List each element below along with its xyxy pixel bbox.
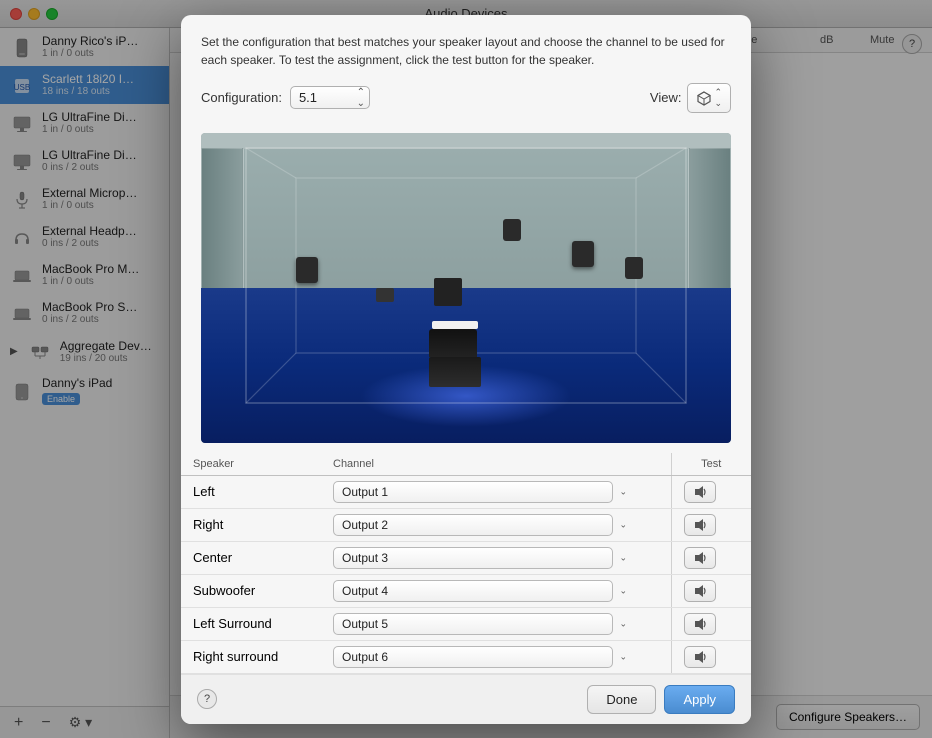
test-cell-3	[671, 574, 751, 607]
speaker-name-1: Right	[181, 508, 321, 541]
dropdown-arrow-icon-4: ⌄	[619, 618, 627, 629]
speaker-front-left	[296, 257, 318, 283]
speaker-channel-cell-4: Output 1Output 2Output 3Output 4Output 5…	[321, 607, 671, 640]
test-cell-5	[671, 640, 751, 673]
modal-overlay: Set the configuration that best matches …	[0, 0, 932, 738]
speaker-table-container: Speaker Channel Test Left Output 1Output …	[181, 453, 751, 674]
chair	[429, 321, 481, 387]
config-select[interactable]: Stereo 2.1 5.1 7.1	[290, 86, 370, 109]
col-test: Test	[671, 453, 751, 476]
channel-select-4[interactable]: Output 1Output 2Output 3Output 4Output 5…	[333, 613, 613, 635]
speaker-subwoofer	[434, 278, 462, 306]
dropdown-arrow-icon-3: ⌄	[619, 585, 627, 596]
test-cell-0	[671, 475, 751, 508]
channel-select-5[interactable]: Output 1Output 2Output 3Output 4Output 5…	[333, 646, 613, 668]
volume-icon	[693, 617, 707, 631]
room-visualization	[201, 133, 731, 443]
apply-button[interactable]: Apply	[664, 685, 735, 714]
speaker-table: Speaker Channel Test Left Output 1Output …	[181, 453, 751, 674]
speaker-channel-cell-0: Output 1Output 2Output 3Output 4Output 5…	[321, 475, 671, 508]
room-3d	[201, 133, 731, 443]
volume-icon	[693, 485, 707, 499]
speaker-name-0: Left	[181, 475, 321, 508]
dropdown-arrow-icon-1: ⌄	[619, 519, 627, 530]
volume-icon	[693, 650, 707, 664]
speaker-name-2: Center	[181, 541, 321, 574]
speaker-channel-cell-2: Output 1Output 2Output 3Output 4Output 5…	[321, 541, 671, 574]
channel-select-1[interactable]: Output 1Output 2Output 3Output 4Output 5…	[333, 514, 613, 536]
speaker-channel-cell-5: Output 1Output 2Output 3Output 4Output 5…	[321, 640, 671, 673]
chair-back	[429, 329, 477, 357]
volume-icon	[693, 584, 707, 598]
config-label: Configuration:	[201, 90, 282, 105]
speaker-row-5: Right surround Output 1Output 2Output 3Ou…	[181, 640, 751, 673]
speaker-surround-left	[503, 219, 521, 241]
speaker-row-2: Center Output 1Output 2Output 3Output 4Ou…	[181, 541, 751, 574]
dropdown-arrow-icon-2: ⌄	[619, 552, 627, 563]
config-select-wrapper: Stereo 2.1 5.1 7.1 ⌃⌄	[290, 86, 370, 109]
modal-body: Set the configuration that best matches …	[181, 15, 751, 133]
speaker-channel-cell-3: Output 1Output 2Output 3Output 4Output 5…	[321, 574, 671, 607]
modal-description: Set the configuration that best matches …	[201, 33, 731, 69]
speaker-channel-cell-1: Output 1Output 2Output 3Output 4Output 5…	[321, 508, 671, 541]
modal-footer: ? Done Apply	[181, 674, 751, 724]
test-button-1[interactable]	[684, 514, 716, 536]
speaker-center	[376, 288, 394, 302]
done-button[interactable]: Done	[587, 685, 656, 714]
dropdown-arrow-icon-5: ⌄	[619, 651, 627, 662]
channel-select-2[interactable]: Output 1Output 2Output 3Output 4Output 5…	[333, 547, 613, 569]
test-cell-4	[671, 607, 751, 640]
test-cell-1	[671, 508, 751, 541]
view-button[interactable]: ⌃⌄	[687, 83, 731, 113]
col-channel: Channel	[321, 453, 671, 476]
volume-icon	[693, 518, 707, 532]
test-button-5[interactable]	[684, 646, 716, 668]
channel-select-0[interactable]: Output 1Output 2Output 3Output 4Output 5…	[333, 481, 613, 503]
test-button-0[interactable]	[684, 481, 716, 503]
speaker-row-4: Left Surround Output 1Output 2Output 3Out…	[181, 607, 751, 640]
speaker-row-1: Right Output 1Output 2Output 3Output 4Out…	[181, 508, 751, 541]
view-label: View:	[650, 90, 682, 105]
view-arrows-icon: ⌃⌄	[714, 87, 722, 109]
test-button-2[interactable]	[684, 547, 716, 569]
col-speaker: Speaker	[181, 453, 321, 476]
test-button-3[interactable]	[684, 580, 716, 602]
view-row: View: ⌃⌄	[650, 83, 731, 113]
volume-icon	[693, 551, 707, 565]
modal-config-row: Configuration: Stereo 2.1 5.1 7.1 ⌃⌄ Vie…	[201, 83, 731, 113]
test-button-4[interactable]	[684, 613, 716, 635]
speaker-row-0: Left Output 1Output 2Output 3Output 4Outp…	[181, 475, 751, 508]
configure-speakers-modal: Set the configuration that best matches …	[181, 15, 751, 724]
ceiling	[201, 133, 731, 149]
speaker-name-5: Right surround	[181, 640, 321, 673]
speaker-front-right	[572, 241, 594, 267]
test-cell-2	[671, 541, 751, 574]
speaker-name-3: Subwoofer	[181, 574, 321, 607]
help-button-modal[interactable]: ?	[197, 689, 217, 709]
channel-select-3[interactable]: Output 1Output 2Output 3Output 4Output 5…	[333, 580, 613, 602]
dropdown-arrow-icon-0: ⌄	[619, 486, 627, 497]
chair-headrest	[432, 321, 478, 329]
speaker-row-3: Subwoofer Output 1Output 2Output 3Output …	[181, 574, 751, 607]
chair-seat	[429, 357, 481, 387]
cube-icon	[696, 90, 712, 106]
speaker-surround-right	[625, 257, 643, 279]
speaker-name-4: Left Surround	[181, 607, 321, 640]
